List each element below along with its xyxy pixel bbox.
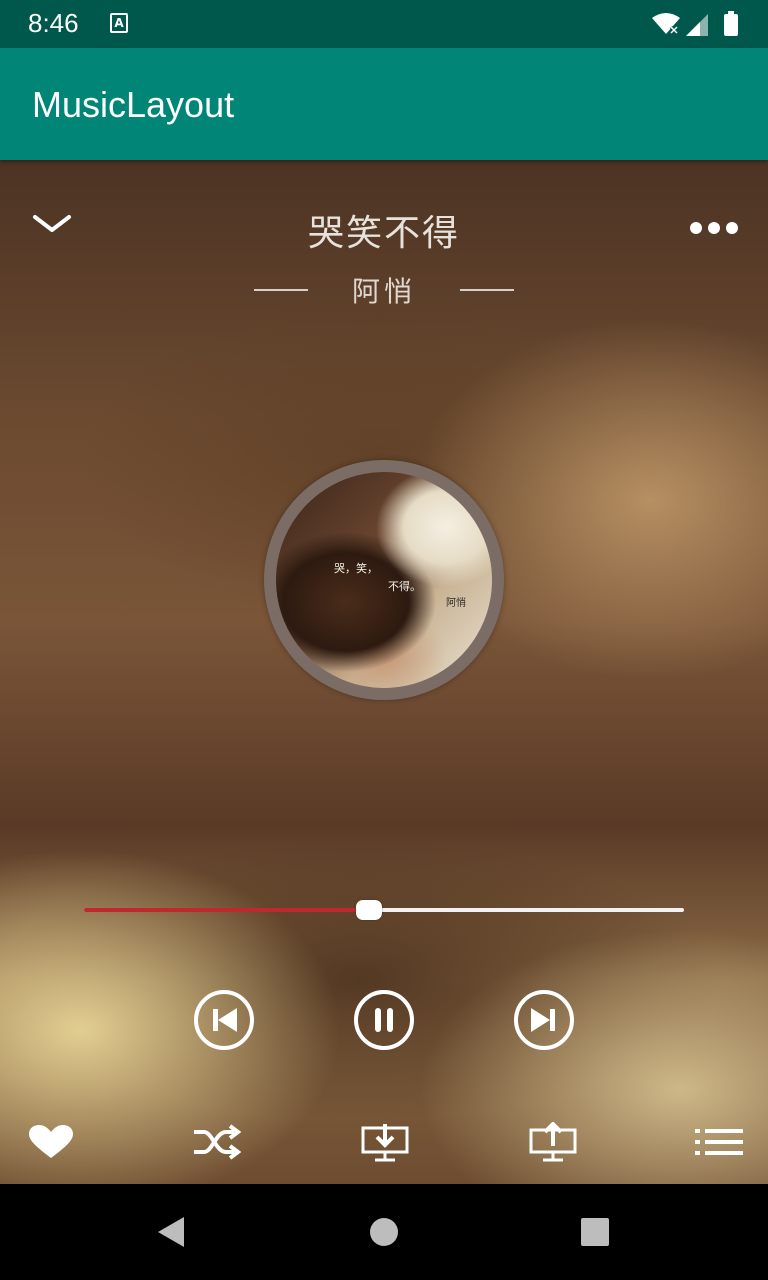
back-icon — [158, 1217, 184, 1247]
seek-bar-thumb[interactable] — [356, 900, 382, 920]
album-disc[interactable]: 哭，笑， 不得。 阿悄 — [264, 460, 504, 700]
previous-button[interactable] — [192, 988, 256, 1052]
artist-row: 阿悄 — [0, 268, 768, 312]
home-button[interactable] — [362, 1210, 406, 1254]
album-text-line1: 哭，笑， — [334, 562, 378, 575]
seek-bar[interactable] — [84, 900, 684, 920]
playlist-button[interactable] — [690, 1120, 748, 1164]
upload-button[interactable] — [524, 1120, 582, 1164]
home-icon — [370, 1218, 398, 1246]
favorite-button[interactable] — [22, 1120, 80, 1164]
wifi-icon — [652, 13, 680, 35]
text-a-icon: A — [110, 13, 128, 33]
app-title: MusicLayout — [32, 84, 235, 125]
status-time: 8:46 — [28, 8, 79, 38]
status-icons — [650, 10, 742, 38]
next-icon — [514, 990, 574, 1050]
next-button[interactable] — [512, 988, 576, 1052]
battery-icon — [724, 11, 738, 36]
previous-icon — [194, 990, 254, 1050]
recents-icon — [581, 1218, 609, 1246]
artist-divider-right — [460, 289, 514, 291]
artist-divider-left — [253, 289, 308, 291]
song-title: 哭笑不得 — [307, 213, 460, 254]
shuffle-icon — [194, 1124, 242, 1160]
status-bar: 8:46 A — [0, 0, 768, 48]
player-screen: 哭笑不得 阿悄 哭，笑， 不得。 阿悄 — [0, 160, 768, 1184]
download-button[interactable] — [356, 1120, 414, 1164]
pause-icon — [354, 990, 414, 1050]
shuffle-button[interactable] — [188, 1120, 244, 1164]
download-icon — [361, 1124, 409, 1162]
app-bar: MusicLayout — [0, 48, 768, 160]
back-button[interactable] — [148, 1210, 192, 1254]
more-icon — [690, 222, 738, 234]
recents-button[interactable] — [573, 1210, 617, 1254]
album-text-artist: 阿悄 — [446, 598, 466, 609]
cell-signal-icon — [686, 14, 708, 36]
more-options-button[interactable] — [682, 208, 746, 248]
seek-bar-played — [84, 908, 369, 912]
playlist-icon — [695, 1129, 743, 1155]
album-text-line2: 不得。 — [388, 580, 421, 593]
upload-icon — [529, 1122, 577, 1162]
album-art: 哭，笑， 不得。 阿悄 — [276, 472, 492, 688]
heart-icon — [29, 1125, 73, 1158]
system-nav-bar — [0, 1184, 768, 1280]
pause-button[interactable] — [352, 988, 416, 1052]
artist-name: 阿悄 — [351, 275, 416, 308]
